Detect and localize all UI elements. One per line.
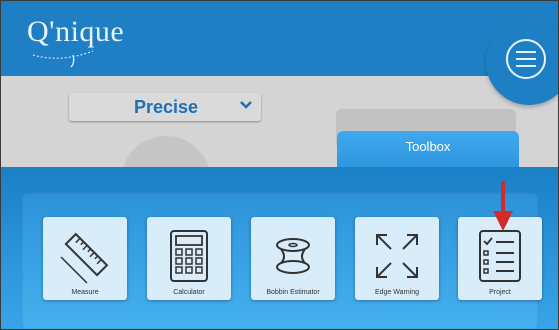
tool-measure[interactable]: Measure (43, 217, 127, 300)
tool-label: Edge Warning (374, 289, 420, 296)
tool-edge-warning[interactable]: Edge Warning (355, 217, 439, 300)
app-logo: Q'nique (27, 15, 125, 48)
tool-bobbin-estimator[interactable]: Bobbin Estimator (251, 217, 335, 300)
tool-calculator[interactable]: Calculator (147, 217, 231, 300)
ruler-icon (60, 232, 109, 284)
bobbin-icon (276, 238, 310, 274)
tool-label: Measure (71, 289, 99, 296)
app-window: Q'nique Precise Toolbox Measure Calculat… (0, 0, 559, 330)
logo-swirl-icon (32, 50, 94, 68)
calculator-icon (170, 230, 208, 282)
tool-label: Bobbin Estimator (266, 289, 320, 296)
checklist-icon (479, 230, 521, 282)
mode-dropdown-value: Precise (134, 97, 199, 117)
chevron-down-icon (240, 101, 252, 109)
tool-label: Project (489, 289, 511, 296)
hamburger-menu-icon (506, 39, 546, 79)
top-bar: Q'nique (1, 1, 558, 76)
tab-toolbox[interactable]: Toolbox (337, 131, 519, 169)
tool-label: Calculator (173, 289, 205, 296)
expand-arrows-icon (376, 234, 418, 278)
mode-dropdown[interactable]: Precise (69, 93, 261, 121)
red-arrow-down-icon (493, 181, 513, 231)
